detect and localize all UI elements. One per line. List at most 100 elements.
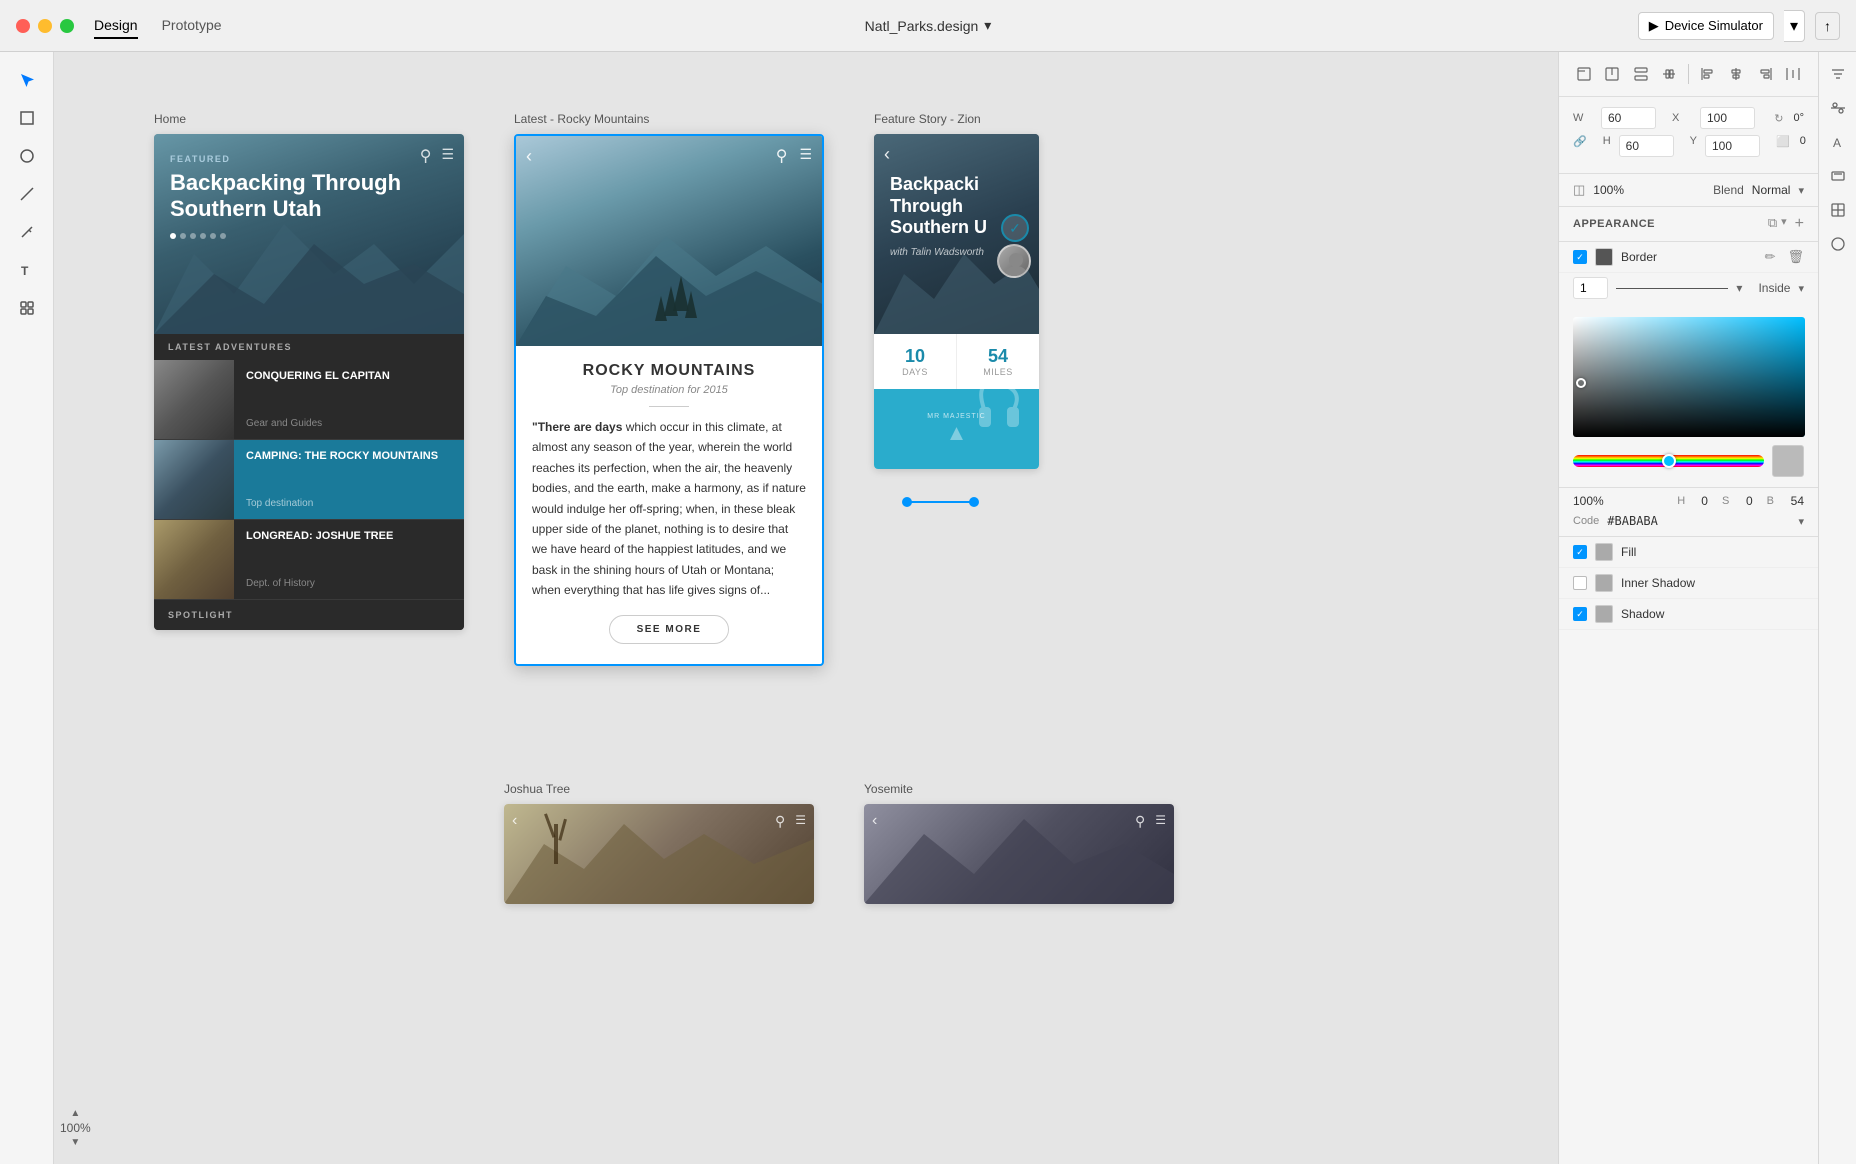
bottom-frames: Joshua Tree ‹ [504,782,1174,904]
article-frame-rocky[interactable]: ‹ ⚲ ☰ ROCKY MOUNTAINS Top destination fo… [514,134,824,666]
align-bar-icon[interactable] [1628,60,1654,88]
shadow-color-swatch[interactable] [1595,605,1613,623]
align-left-icon[interactable] [1695,60,1721,88]
layers-icon[interactable] [1824,162,1852,190]
border-position-dropdown[interactable]: ▾ [1798,282,1804,295]
rotate-value: 0° [1793,112,1804,124]
bottom-phone-joshua[interactable]: ‹ ⚲ ☰ [504,804,814,904]
link-dimensions-icon[interactable]: 🔗 [1573,135,1587,148]
inner-shadow-checkbox[interactable] [1573,576,1587,590]
frame-home: Home ⚲ ☰ [154,112,464,666]
share-button[interactable]: ↑ [1815,12,1840,40]
distribute-icon[interactable] [1780,60,1806,88]
search-icon[interactable]: ⚲ [776,146,788,167]
zoom-down-icon[interactable]: ▼ [70,1137,80,1148]
frames-container: Home ⚲ ☰ [154,112,1039,666]
delete-border-icon[interactable]: 🗑 [1787,249,1804,265]
adventure-sub-joshua: Dept. of History [246,578,452,589]
blend-dropdown-icon[interactable]: ▾ [1798,184,1804,197]
menu-icon[interactable]: ☰ [441,146,454,166]
frame-rocky-label: Latest - Rocky Mountains [514,112,824,126]
search-icon[interactable]: ⚲ [775,813,785,830]
align-top-left-icon[interactable] [1571,60,1597,88]
align-center-h-icon[interactable] [1723,60,1749,88]
minimize-button[interactable] [38,19,52,33]
fill-checkbox[interactable]: ✓ [1573,545,1587,559]
add-appearance-icon[interactable]: + [1795,215,1804,233]
y-input[interactable] [1705,135,1760,157]
color-gradient[interactable] [1573,317,1805,437]
check-circle[interactable]: ✓ [1001,214,1029,242]
titlebar-tabs: Design Prototype [94,13,222,39]
border-thickness-dropdown[interactable]: ▾ [1736,281,1742,295]
menu-icon[interactable]: ☰ [1155,813,1166,830]
border-thickness-input[interactable] [1573,277,1608,299]
hue-slider[interactable] [1573,455,1764,467]
width-input[interactable] [1601,107,1656,129]
list-item[interactable]: CONQUERING EL CAPITAN Gear and Guides [154,360,464,440]
frame-zion-label: Feature Story - Zion [874,112,1039,126]
pen-tool[interactable] [11,216,43,248]
bottom-phone-yosemite[interactable]: ‹ ⚲ ☰ [864,804,1174,904]
border-color-swatch[interactable] [1595,248,1613,266]
rectangle-tool[interactable] [11,102,43,134]
height-input[interactable] [1619,135,1674,157]
circle-tool[interactable] [11,140,43,172]
text-tool[interactable]: T [11,254,43,286]
article-title: ROCKY MOUNTAINS [532,362,806,380]
circle-icon[interactable] [1824,230,1852,258]
blend-value: Normal [1752,183,1791,197]
back-icon[interactable]: ‹ [884,144,890,164]
search-icon[interactable]: ⚲ [420,146,432,166]
device-simulator-button[interactable]: ▶ Device Simulator [1638,12,1774,40]
search-icon[interactable]: ⚲ [1135,813,1145,830]
code-dropdown[interactable]: ▾ [1798,515,1804,528]
zion-frame[interactable]: ‹ BackpackiThroughSouthern U with Talin … [874,134,1039,469]
miles-number: 54 [965,346,1031,367]
maximize-button[interactable] [60,19,74,33]
list-item[interactable]: CAMPING: THE ROCKY MOUNTAINS Top destina… [154,440,464,520]
border-checkbox[interactable]: ✓ [1573,250,1587,264]
line-tool[interactable] [11,178,43,210]
hue-thumb[interactable] [1662,454,1676,468]
tab-design[interactable]: Design [94,13,138,39]
filter-icon-2[interactable] [1824,94,1852,122]
section-label: LATEST ADVENTURES [154,334,464,360]
align-top-center-icon[interactable] [1599,60,1625,88]
close-button[interactable] [16,19,30,33]
color-preview[interactable] [1772,445,1804,477]
menu-icon[interactable]: ☰ [795,813,806,830]
copy-appearance-icon[interactable]: ⧉ [1768,215,1777,233]
back-icon[interactable]: ‹ [526,146,532,167]
canvas-area[interactable]: Home ⚲ ☰ [54,52,1558,1164]
cursor-tool[interactable] [11,64,43,96]
days-number: 10 [882,346,948,367]
file-dropdown-icon[interactable]: ▾ [984,17,991,34]
phone-frame-home[interactable]: ⚲ ☰ FEATURED Backpacking Through Souther… [154,134,464,630]
dropdown-icon[interactable]: ▾ [1781,215,1787,233]
menu-icon[interactable]: ☰ [799,146,812,167]
back-icon[interactable]: ‹ [872,812,877,830]
zoom-up-icon[interactable]: ▲ [70,1108,80,1119]
inner-shadow-color-swatch[interactable] [1595,574,1613,592]
days-label: DAYS [882,367,948,377]
filter-icon-1[interactable] [1824,60,1852,88]
align-right-icon[interactable] [1751,60,1777,88]
see-more-button[interactable]: SEE MORE [609,615,729,644]
list-item[interactable]: LONGREAD: JOSHUE TREE Dept. of History [154,520,464,600]
device-simulator-dropdown[interactable]: ▾ [1784,10,1805,42]
zion-stats: 10 DAYS 54 MILES [874,334,1039,389]
component-tool[interactable] [11,292,43,324]
svg-text:T: T [21,264,29,277]
color-picker-dot[interactable] [1576,378,1586,388]
x-input[interactable] [1700,107,1755,129]
edit-border-icon[interactable]: ✏ [1765,249,1776,265]
text-icon[interactable]: A [1824,128,1852,156]
tab-prototype[interactable]: Prototype [162,13,222,39]
back-icon[interactable]: ‹ [512,812,517,830]
align-full-icon[interactable] [1656,60,1682,88]
fill-color-swatch[interactable] [1595,543,1613,561]
grid-icon[interactable] [1824,196,1852,224]
adventure-info-joshua: LONGREAD: JOSHUE TREE Dept. of History [234,520,464,599]
shadow-checkbox[interactable]: ✓ [1573,607,1587,621]
